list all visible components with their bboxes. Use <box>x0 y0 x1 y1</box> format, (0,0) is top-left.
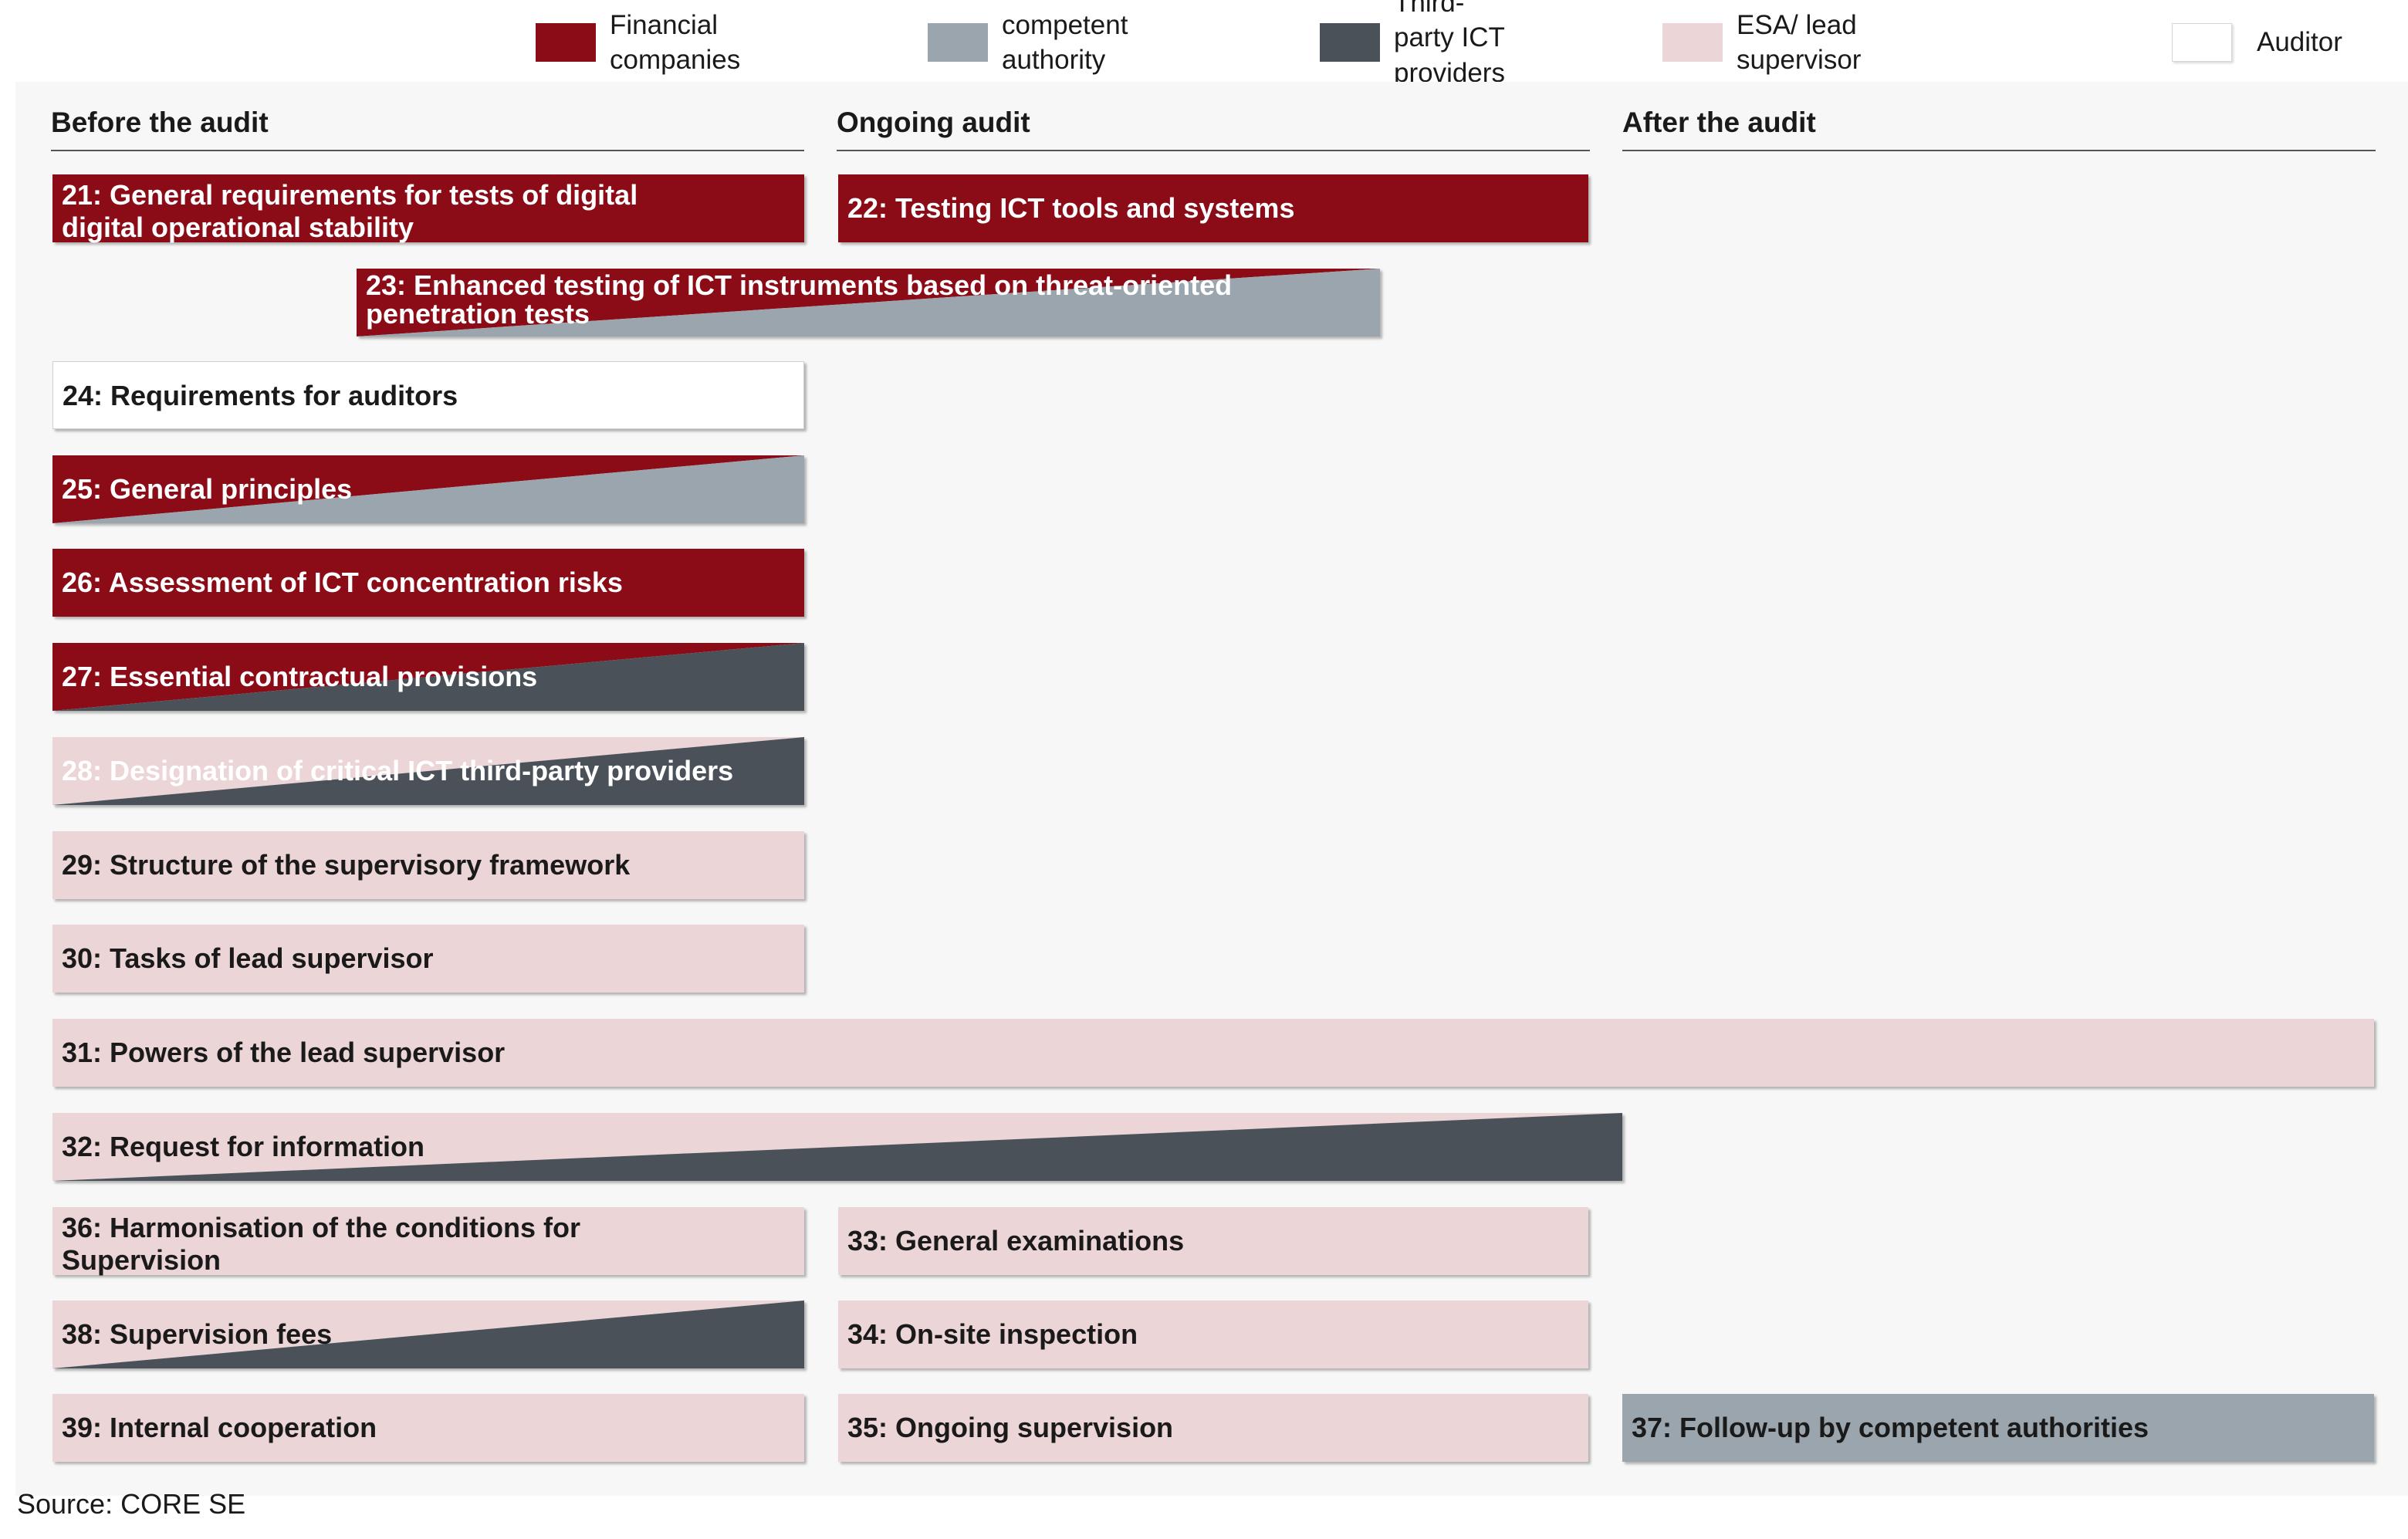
legend-swatch <box>536 23 596 62</box>
legend-swatch <box>2172 23 2232 62</box>
article-26-bar: 26: Assessment of ICT concentration risk… <box>52 549 804 617</box>
article-27-label: 27: Essential contractual provisions <box>62 660 538 692</box>
article-30-bar: 30: Tasks of lead supervisor <box>52 925 804 993</box>
article-24-label: 24: Requirements for auditors <box>63 379 458 411</box>
article-22-label: 22: Testing ICT tools and systems <box>847 191 1295 224</box>
article-34-label: 34: On-site inspection <box>847 1317 1138 1350</box>
article-31-bar: 31: Powers of the lead supervisor <box>52 1019 2374 1087</box>
article-21-label: 21: General requirements for tests of di… <box>62 178 638 243</box>
article-30-label: 30: Tasks of lead supervisor <box>62 942 434 974</box>
article-21-bar: 21: General requirements for tests of di… <box>52 174 804 243</box>
legend-label: competent authority <box>1002 9 1128 76</box>
article-29-label: 29: Structure of the supervisory framewo… <box>62 848 631 881</box>
article-33-label: 33: General examinations <box>847 1224 1185 1257</box>
legend-label: Auditor <box>2257 27 2342 58</box>
article-26-label: 26: Assessment of ICT concentration risk… <box>62 566 623 598</box>
legend-swatch <box>1662 23 1723 62</box>
article-39-bar: 39: Internal cooperation <box>52 1394 804 1462</box>
article-32-label: 32: Request for information <box>62 1130 425 1162</box>
article-38-label: 38: Supervision fees <box>62 1317 333 1350</box>
legend-swatch <box>1320 23 1380 62</box>
article-32-bar: 32: Request for information <box>52 1113 1622 1181</box>
article-37-bar: 37: Follow-up by competent authorities <box>1622 1394 2374 1462</box>
source-note: Source: CORE SE <box>17 1488 246 1520</box>
article-35-bar: 35: Ongoing supervision <box>838 1394 1588 1462</box>
phase-header-after: After the audit <box>1622 107 2376 151</box>
article-31-label: 31: Powers of the lead supervisor <box>62 1036 506 1068</box>
article-28-label: 28: Designation of critical ICT third-pa… <box>62 754 734 786</box>
phase-header-before: Before the audit <box>51 107 804 151</box>
legend-label: ESA/ lead supervisor <box>1737 9 1862 76</box>
article-22-bar: 22: Testing ICT tools and systems <box>838 174 1588 242</box>
legend-label: Financial companies <box>610 9 741 76</box>
article-25-label: 25: General principles <box>62 472 353 505</box>
article-24-bar: 24: Requirements for auditors <box>52 361 804 429</box>
phase-header-ongoing: Ongoing audit <box>837 107 1590 151</box>
article-34-bar: 34: On-site inspection <box>838 1301 1588 1368</box>
article-37-label: 37: Follow-up by competent authorities <box>1632 1411 2149 1443</box>
article-28-bar: 28: Designation of critical ICT third-pa… <box>52 737 804 805</box>
article-36-bar: 36: Harmonisation of the conditions for … <box>52 1207 804 1276</box>
legend-swatch <box>928 23 988 62</box>
article-36-label: 36: Harmonisation of the conditions for … <box>62 1211 581 1276</box>
article-38-bar: 38: Supervision fees <box>52 1301 804 1368</box>
legend-label: Third-party ICT providers <box>1394 0 1505 88</box>
article-23-bar: 23: Enhanced testing of ICT instruments … <box>357 269 1380 337</box>
article-23-label: 23: Enhanced testing of ICT instruments … <box>366 269 1233 330</box>
article-33-bar: 33: General examinations <box>838 1207 1588 1275</box>
article-27-bar: 27: Essential contractual provisions <box>52 643 804 711</box>
article-39-label: 39: Internal cooperation <box>62 1411 377 1443</box>
article-35-label: 35: Ongoing supervision <box>847 1411 1174 1443</box>
article-25-bar: 25: General principles <box>52 455 804 523</box>
article-29-bar: 29: Structure of the supervisory framewo… <box>52 831 804 899</box>
